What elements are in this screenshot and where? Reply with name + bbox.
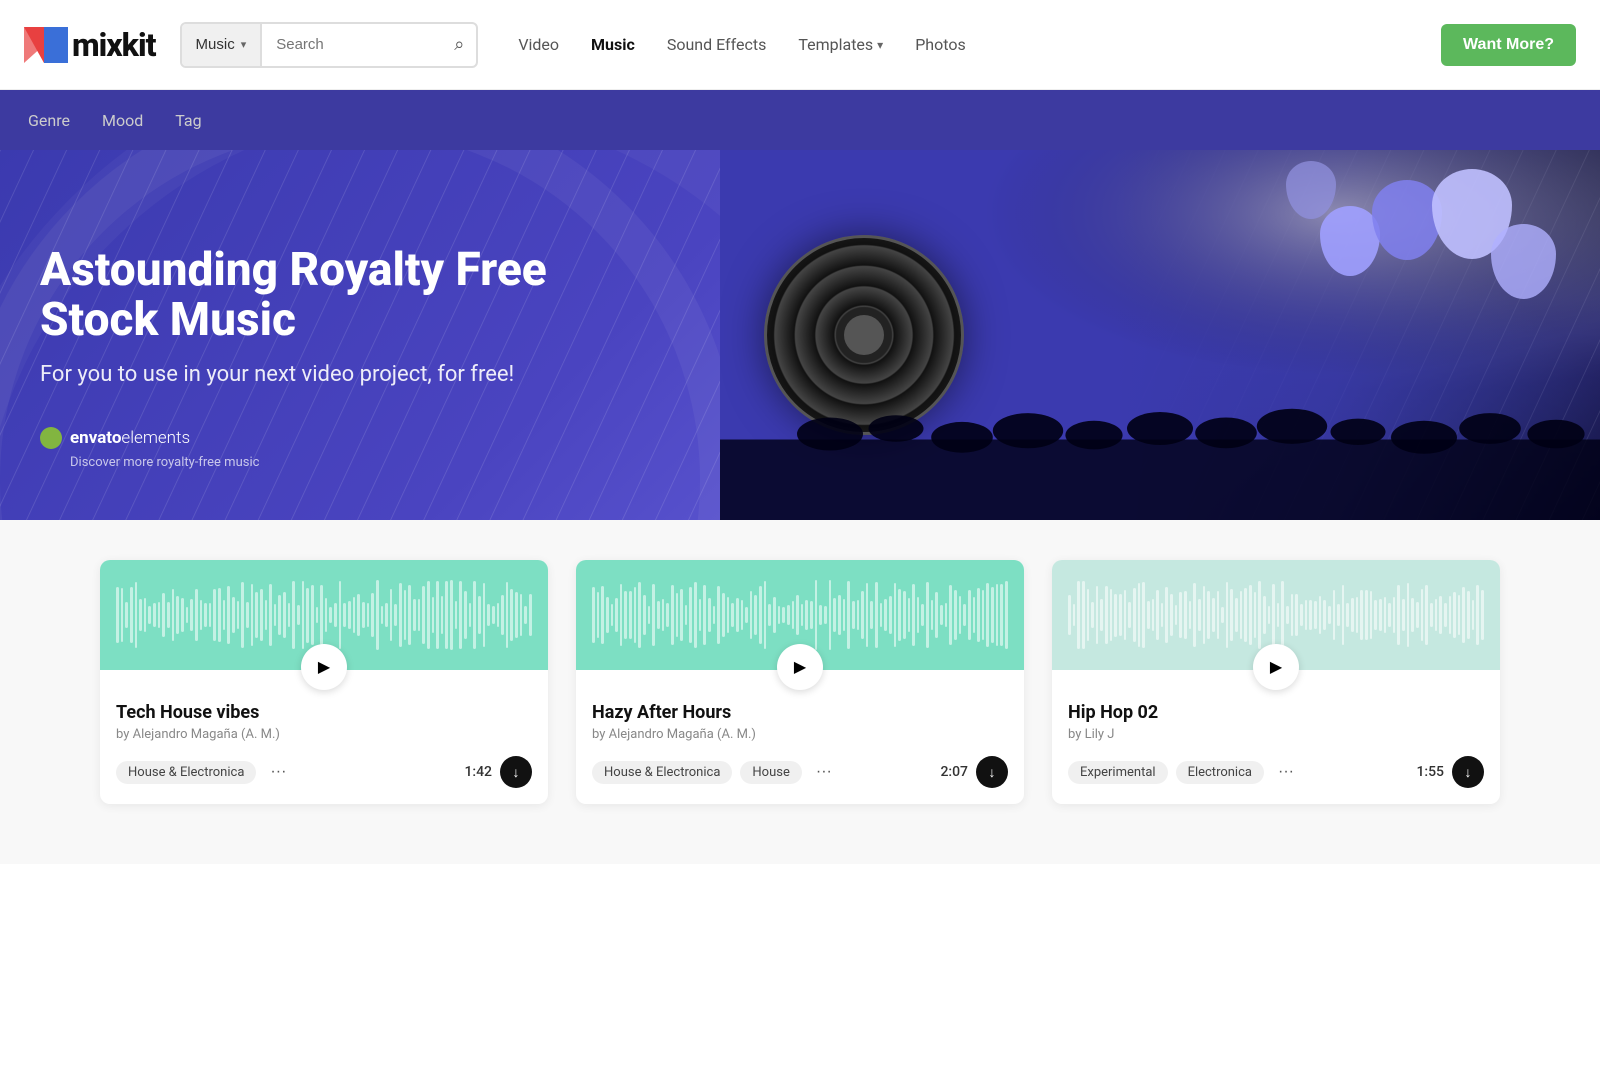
- nav-item-video[interactable]: Video: [518, 35, 559, 54]
- banner-content: Astounding Royalty Free Stock Music For …: [40, 245, 640, 470]
- logo-text: mixkit: [72, 26, 156, 64]
- card-tag-2-1[interactable]: House: [740, 761, 801, 784]
- banner-title: Astounding Royalty Free Stock Music: [40, 245, 640, 346]
- waveform-bars-2: [576, 580, 1024, 650]
- music-card-2: ▶ Hazy After Hours by Alejandro Magaña (…: [576, 560, 1024, 804]
- duration-2: 2:07: [940, 764, 968, 780]
- card-title-2: Hazy After Hours: [592, 702, 1008, 723]
- search-input[interactable]: [262, 36, 442, 53]
- duration-3: 1:55: [1416, 764, 1444, 780]
- banner-subtitle: For you to use in your next video projec…: [40, 362, 640, 387]
- filter-genre[interactable]: Genre: [28, 111, 70, 130]
- filter-mood[interactable]: Mood: [102, 111, 143, 130]
- header: mixkit Music ▾ ⌕ Video Music Sound Effec…: [0, 0, 1600, 90]
- play-icon-3: ▶: [1270, 657, 1282, 677]
- nav-item-music[interactable]: Music: [591, 35, 635, 54]
- nav-item-photos[interactable]: Photos: [915, 35, 966, 54]
- cards-grid: ▶ Tech House vibes by Alejandro Magaña (…: [100, 560, 1500, 804]
- play-button-2[interactable]: ▶: [777, 644, 823, 690]
- mixkit-logo-icon: [24, 27, 68, 63]
- play-button-1[interactable]: ▶: [301, 644, 347, 690]
- templates-chevron-icon: ▾: [877, 38, 883, 52]
- card-tag-2-0[interactable]: House & Electronica: [592, 761, 732, 784]
- filter-bar: Genre Mood Tag: [0, 90, 1600, 150]
- envato-logo-icon: [40, 427, 62, 449]
- card-body-3: Hip Hop 02 by Lily J Experimental Electr…: [1052, 670, 1500, 804]
- waveform-bars-3: [1052, 580, 1500, 650]
- duration-1: 1:42: [464, 764, 492, 780]
- nav-item-templates[interactable]: Templates ▾: [798, 35, 883, 54]
- music-cards-section: ▶ Tech House vibes by Alejandro Magaña (…: [0, 520, 1600, 864]
- search-type-label: Music: [196, 36, 235, 53]
- hero-banner: Astounding Royalty Free Stock Music For …: [0, 150, 1600, 520]
- waveform-bars-1: [100, 580, 548, 650]
- search-type-button[interactable]: Music ▾: [182, 24, 263, 66]
- search-icon: ⌕: [454, 34, 464, 54]
- waveform-2[interactable]: ▶: [576, 560, 1024, 670]
- want-more-button[interactable]: Want More?: [1441, 24, 1576, 66]
- download-button-3[interactable]: ↓: [1452, 756, 1484, 788]
- card-tag-3-0[interactable]: Experimental: [1068, 761, 1168, 784]
- download-icon-1: ↓: [513, 764, 520, 780]
- envato-tagline: Discover more royalty-free music: [70, 455, 640, 470]
- download-button-1[interactable]: ↓: [500, 756, 532, 788]
- card-footer-3: Experimental Electronica ··· 1:55 ↓: [1068, 756, 1484, 788]
- music-card-1: ▶ Tech House vibes by Alejandro Magaña (…: [100, 560, 548, 804]
- search-bar: Music ▾ ⌕: [180, 22, 479, 68]
- card-tag-3-1[interactable]: Electronica: [1176, 761, 1264, 784]
- envato-name: envatoelements: [70, 428, 190, 448]
- main-nav: Video Music Sound Effects Templates ▾ Ph…: [518, 35, 965, 54]
- card-author-2: by Alejandro Magaña (A. M.): [592, 727, 1008, 742]
- filter-tag[interactable]: Tag: [175, 111, 201, 130]
- card-body-1: Tech House vibes by Alejandro Magaña (A.…: [100, 670, 548, 804]
- banner-imagery: [720, 150, 1600, 520]
- waveform-3[interactable]: ▶: [1052, 560, 1500, 670]
- nav-templates-label: Templates: [798, 35, 873, 54]
- more-button-1[interactable]: ···: [264, 759, 292, 785]
- download-icon-3: ↓: [1465, 764, 1472, 780]
- card-author-3: by Lily J: [1068, 727, 1484, 742]
- more-button-2[interactable]: ···: [810, 759, 838, 785]
- nav-item-sound-effects[interactable]: Sound Effects: [667, 35, 767, 54]
- card-title-1: Tech House vibes: [116, 702, 532, 723]
- card-author-1: by Alejandro Magaña (A. M.): [116, 727, 532, 742]
- play-button-3[interactable]: ▶: [1253, 644, 1299, 690]
- search-submit-button[interactable]: ⌕: [442, 34, 476, 55]
- envato-logo[interactable]: envatoelements: [40, 427, 640, 449]
- card-footer-1: House & Electronica ··· 1:42 ↓: [116, 756, 532, 788]
- card-title-3: Hip Hop 02: [1068, 702, 1484, 723]
- download-icon-2: ↓: [989, 764, 996, 780]
- download-button-2[interactable]: ↓: [976, 756, 1008, 788]
- more-button-3[interactable]: ···: [1272, 759, 1300, 785]
- waveform-1[interactable]: ▶: [100, 560, 548, 670]
- play-icon-2: ▶: [794, 657, 806, 677]
- card-footer-2: House & Electronica House ··· 2:07 ↓: [592, 756, 1008, 788]
- music-card-3: ▶ Hip Hop 02 by Lily J Experimental Elec…: [1052, 560, 1500, 804]
- search-type-chevron-icon: ▾: [241, 38, 247, 51]
- card-tag-1-0[interactable]: House & Electronica: [116, 761, 256, 784]
- logo[interactable]: mixkit: [24, 26, 156, 64]
- play-icon-1: ▶: [318, 657, 330, 677]
- card-body-2: Hazy After Hours by Alejandro Magaña (A.…: [576, 670, 1024, 804]
